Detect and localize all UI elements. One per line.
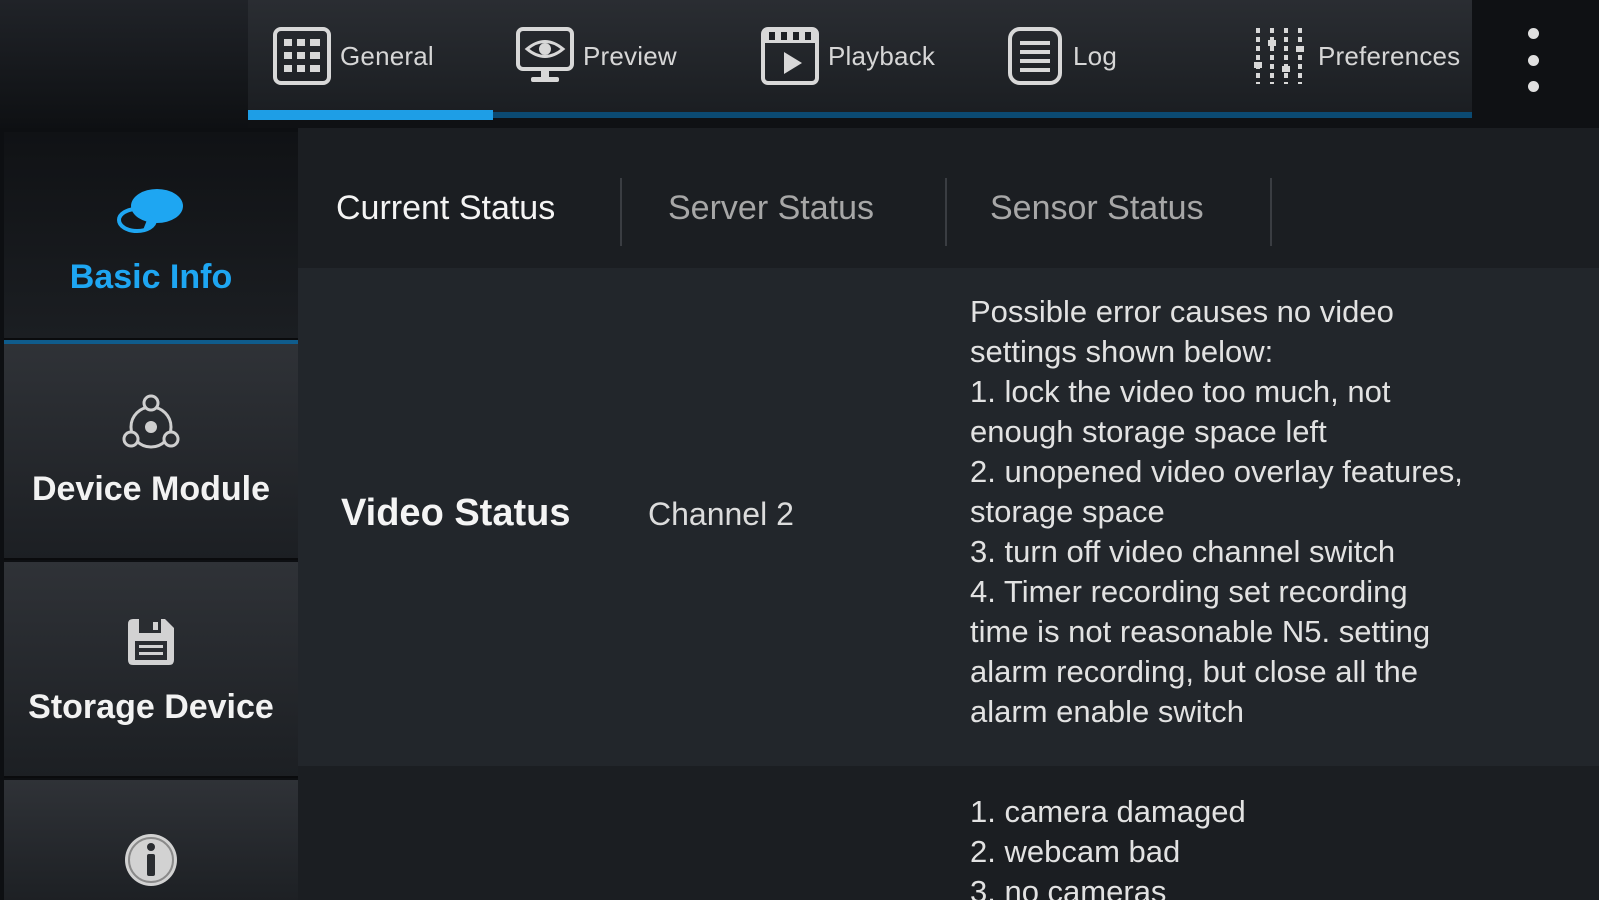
description-line: storage space bbox=[970, 494, 1165, 529]
row-channel: Channel 2 bbox=[648, 496, 794, 532]
description-line: 1. camera damaged bbox=[970, 794, 1246, 829]
floppy-disk-icon bbox=[111, 614, 191, 670]
nav-general-label: General bbox=[340, 40, 434, 71]
description-line: 2. unopened video overlay features, bbox=[970, 454, 1463, 489]
description-line: 4. Timer recording set recording bbox=[970, 574, 1408, 609]
sliders-icon bbox=[1250, 26, 1310, 86]
nav-preview[interactable]: Preview bbox=[515, 24, 677, 88]
tab-current-status[interactable]: Current Status bbox=[336, 178, 555, 238]
description-line: alarm enable switch bbox=[970, 694, 1244, 729]
status-tabs: Current Status Server Status Sensor Stat… bbox=[298, 128, 1599, 268]
tab-divider bbox=[945, 178, 947, 246]
description-line: time is not reasonable N5. setting bbox=[970, 614, 1431, 649]
chat-bubbles-icon bbox=[111, 184, 191, 240]
top-left-blank bbox=[0, 0, 248, 128]
description-line: 1. lock the video too much, not bbox=[970, 374, 1391, 409]
sidebar-item-basic-info-label: Basic Info bbox=[69, 258, 233, 296]
sidebar-item-device-module[interactable]: Device Module bbox=[4, 344, 298, 560]
grid-icon bbox=[272, 26, 332, 86]
row-title: Video Status bbox=[341, 492, 571, 534]
description-line: enough storage space left bbox=[970, 414, 1327, 449]
nav-general[interactable]: General bbox=[272, 24, 434, 88]
sidebar-item-basic-info[interactable]: Basic Info bbox=[4, 132, 298, 340]
nav-log[interactable]: Log bbox=[1005, 24, 1117, 88]
sidebar-item-storage-device[interactable]: Storage Device bbox=[4, 562, 298, 778]
description-line: 3. no cameras bbox=[970, 874, 1167, 900]
tab-divider bbox=[1270, 178, 1272, 246]
more-vertical-icon[interactable] bbox=[1518, 28, 1548, 92]
description-line: Possible error causes no video bbox=[970, 294, 1394, 329]
nav-playback-label: Playback bbox=[828, 40, 936, 71]
sidebar: Basic Info Device Module Storage Device bbox=[0, 128, 298, 900]
info-icon bbox=[111, 832, 191, 888]
nav-preferences-label: Preferences bbox=[1318, 40, 1461, 71]
nav-preferences[interactable]: Preferences bbox=[1250, 24, 1460, 88]
eye-monitor-icon bbox=[515, 26, 575, 86]
description-line: alarm recording, but close all the bbox=[970, 654, 1419, 689]
description-line: 2. webcam bad bbox=[970, 834, 1181, 869]
tab-server-status[interactable]: Server Status bbox=[668, 178, 874, 238]
table-row: 1. camera damaged 2. webcam bad 3. no ca… bbox=[298, 766, 1599, 900]
tab-sensor-status[interactable]: Sensor Status bbox=[990, 178, 1204, 238]
main-content: Current Status Server Status Sensor Stat… bbox=[298, 128, 1599, 900]
nav-progress-fill bbox=[248, 110, 493, 120]
sidebar-item-device-module-label: Device Module bbox=[31, 470, 271, 508]
network-nodes-icon bbox=[111, 394, 191, 452]
top-navigation-bar: General Preview Playback Log Preferences bbox=[0, 0, 1599, 128]
nav-progress-track bbox=[248, 110, 1472, 120]
nav-preview-label: Preview bbox=[583, 40, 677, 71]
description-line: 3. turn off video channel switch bbox=[970, 534, 1396, 569]
video-play-icon bbox=[760, 26, 820, 86]
sidebar-item-storage-device-label: Storage Device bbox=[28, 688, 274, 726]
nav-log-label: Log bbox=[1073, 40, 1117, 71]
sidebar-item-info[interactable] bbox=[4, 780, 298, 900]
nav-playback[interactable]: Playback bbox=[760, 24, 935, 88]
table-row: Video Status Channel 2 Possible error ca… bbox=[298, 268, 1599, 766]
description-line: settings shown below: bbox=[970, 334, 1274, 369]
list-icon bbox=[1005, 26, 1065, 86]
row-description: 1. camera damaged 2. webcam bad 3. no ca… bbox=[970, 792, 1570, 900]
tab-divider bbox=[620, 178, 622, 246]
row-description: Possible error causes no video settings … bbox=[970, 292, 1570, 732]
